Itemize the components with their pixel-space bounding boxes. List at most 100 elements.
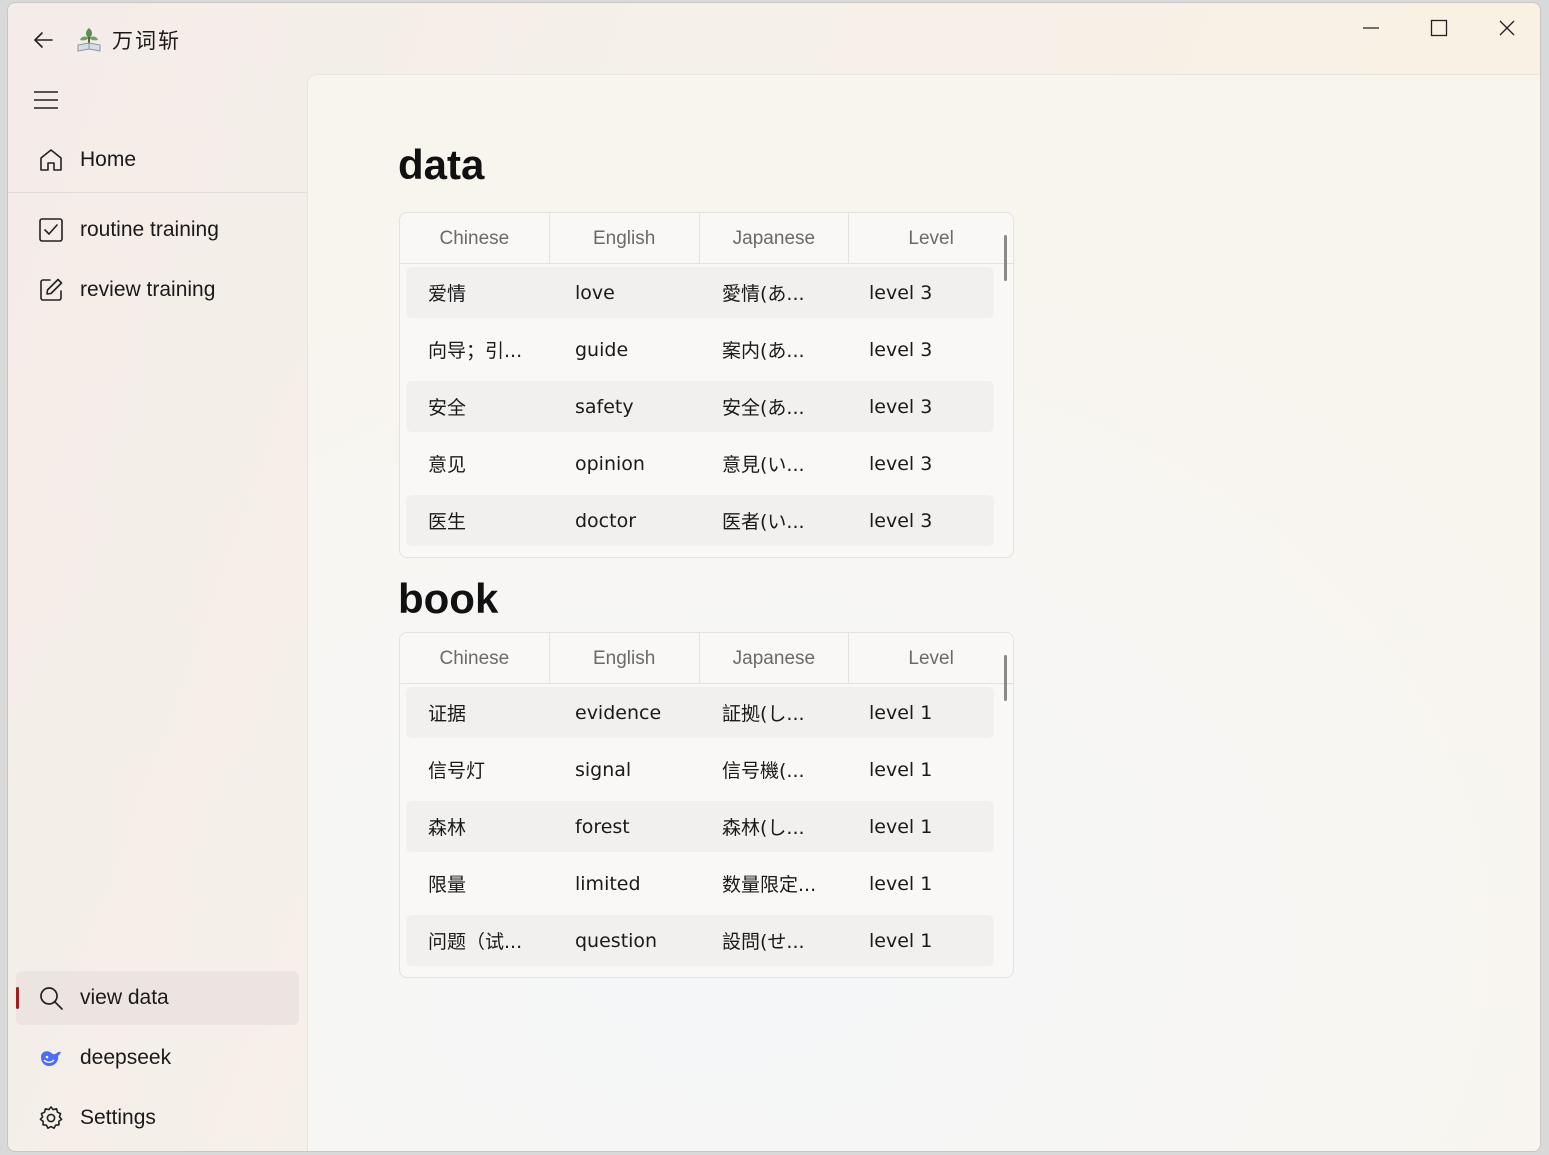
table-row[interactable]: 限量 limited 数量限定... level 1	[406, 858, 994, 909]
data-table[interactable]: Chinese English Japanese Level 爱情 love 愛…	[399, 212, 1014, 558]
cell-english: evidence	[575, 701, 662, 724]
title-bar: 万词斩	[8, 3, 1540, 73]
nav-label-settings: Settings	[80, 1106, 156, 1129]
cell-english: guide	[575, 338, 629, 361]
cell-chinese: 医生	[428, 511, 467, 533]
gear-icon	[16, 1091, 72, 1145]
close-button[interactable]	[1487, 11, 1527, 45]
nav-label-view-data: view data	[80, 986, 169, 1009]
table-row[interactable]: 问题（试... question 設問(せ... level 1	[406, 915, 994, 966]
cell-english: doctor	[575, 509, 637, 532]
vertical-scrollbar[interactable]	[1004, 655, 1007, 701]
cell-chinese: 安全	[428, 397, 467, 419]
nav-item-view-data[interactable]: view data	[16, 971, 299, 1025]
cell-chinese: 森林	[428, 817, 467, 839]
cell-level: level 1	[869, 929, 933, 952]
cell-japanese: 森林(し...	[722, 817, 805, 839]
cell-japanese: 設問(せ...	[722, 931, 805, 953]
column-header[interactable]: Japanese	[700, 213, 850, 264]
cell-japanese: 証拠(し...	[722, 703, 805, 725]
menu-toggle-button[interactable]	[26, 83, 66, 117]
table-row[interactable]: 森林 forest 森林(し... level 1	[406, 801, 994, 852]
cell-chinese: 意见	[428, 454, 467, 476]
cell-japanese: 数量限定...	[722, 874, 817, 896]
arrow-left-icon	[34, 32, 53, 48]
table-row[interactable]: 向导；引... guide 案内(あ... level 3	[406, 324, 994, 375]
nav-item-settings[interactable]: Settings	[16, 1091, 299, 1145]
cell-japanese: 案内(あ...	[722, 340, 805, 362]
column-header[interactable]: Chinese	[400, 213, 550, 264]
column-header[interactable]: English	[550, 213, 700, 264]
checkbox-icon	[16, 203, 72, 257]
app-title: 万词斩	[112, 29, 181, 53]
nav-label-home: Home	[80, 148, 137, 171]
main-content: data Chinese English Japanese Level 爱情 l…	[307, 74, 1540, 1151]
cell-level: level 1	[869, 758, 933, 781]
edit-icon	[16, 263, 72, 317]
table-row[interactable]: 安全 safety 安全(あ... level 3	[406, 381, 994, 432]
cell-chinese: 爱情	[428, 283, 467, 305]
table-row[interactable]: 医生 doctor 医者(い... level 3	[406, 495, 994, 546]
app-logo-icon	[77, 28, 101, 52]
cell-english: limited	[575, 872, 641, 895]
sidebar: Home routine training review training vi…	[8, 73, 308, 1151]
nav-item-review-training[interactable]: review training	[16, 263, 299, 317]
cell-english: signal	[575, 758, 632, 781]
vertical-scrollbar[interactable]	[1004, 235, 1007, 281]
cell-japanese: 意見(い...	[722, 454, 805, 476]
close-icon	[1499, 20, 1515, 36]
column-header[interactable]: Japanese	[700, 633, 850, 684]
nav-item-routine-training[interactable]: routine training	[16, 203, 299, 257]
cell-english: safety	[575, 395, 634, 418]
search-icon	[16, 971, 72, 1025]
cell-level: level 3	[869, 509, 933, 532]
home-icon	[16, 133, 72, 187]
nav-item-deepseek[interactable]: deepseek	[16, 1031, 299, 1085]
cell-japanese: 愛情(あ...	[722, 283, 805, 305]
cell-chinese: 信号灯	[428, 760, 486, 782]
cell-level: level 1	[869, 872, 933, 895]
cell-chinese: 证据	[428, 703, 467, 725]
cell-level: level 1	[869, 701, 933, 724]
cell-english: opinion	[575, 452, 645, 475]
minimize-icon	[1363, 27, 1379, 29]
table-row[interactable]: 证据 evidence 証拠(し... level 1	[406, 687, 994, 738]
cell-english: forest	[575, 815, 630, 838]
back-button[interactable]	[26, 23, 60, 57]
column-header[interactable]: Chinese	[400, 633, 550, 684]
nav-item-home[interactable]: Home	[16, 133, 299, 187]
book-table[interactable]: Chinese English Japanese Level 证据 eviden…	[399, 632, 1014, 978]
column-header[interactable]: Level	[849, 633, 1013, 684]
cell-english: question	[575, 929, 658, 952]
cell-level: level 3	[869, 281, 933, 304]
column-header[interactable]: Level	[849, 213, 1013, 264]
deepseek-whale-icon	[16, 1031, 72, 1085]
table-row[interactable]: 爱情 love 愛情(あ... level 3	[406, 267, 994, 318]
cell-japanese: 安全(あ...	[722, 397, 805, 419]
hamburger-icon	[34, 91, 58, 109]
cell-chinese: 问题（试...	[428, 931, 523, 953]
table-header: Chinese English Japanese Level	[400, 213, 1013, 264]
cell-english: love	[575, 281, 615, 304]
maximize-icon	[1430, 19, 1448, 37]
nav-label-review-training: review training	[80, 278, 216, 301]
cell-level: level 3	[869, 452, 933, 475]
cell-japanese: 医者(い...	[722, 511, 805, 533]
app-window: 万词斩 Home routine training review trainin…	[7, 2, 1541, 1152]
minimize-button[interactable]	[1351, 11, 1391, 45]
nav-label-deepseek: deepseek	[80, 1046, 172, 1069]
cell-level: level 1	[869, 815, 933, 838]
cell-chinese: 向导；引...	[428, 340, 523, 362]
nav-label-routine-training: routine training	[80, 218, 219, 241]
cell-chinese: 限量	[428, 874, 467, 896]
table-header: Chinese English Japanese Level	[400, 633, 1013, 684]
cell-japanese: 信号機(...	[722, 760, 805, 782]
section-title-data: data	[398, 141, 485, 188]
table-row[interactable]: 信号灯 signal 信号機(... level 1	[406, 744, 994, 795]
cell-level: level 3	[869, 338, 933, 361]
column-header[interactable]: English	[550, 633, 700, 684]
maximize-button[interactable]	[1419, 11, 1459, 45]
cell-level: level 3	[869, 395, 933, 418]
nav-divider	[8, 192, 308, 193]
table-row[interactable]: 意见 opinion 意見(い... level 3	[406, 438, 994, 489]
